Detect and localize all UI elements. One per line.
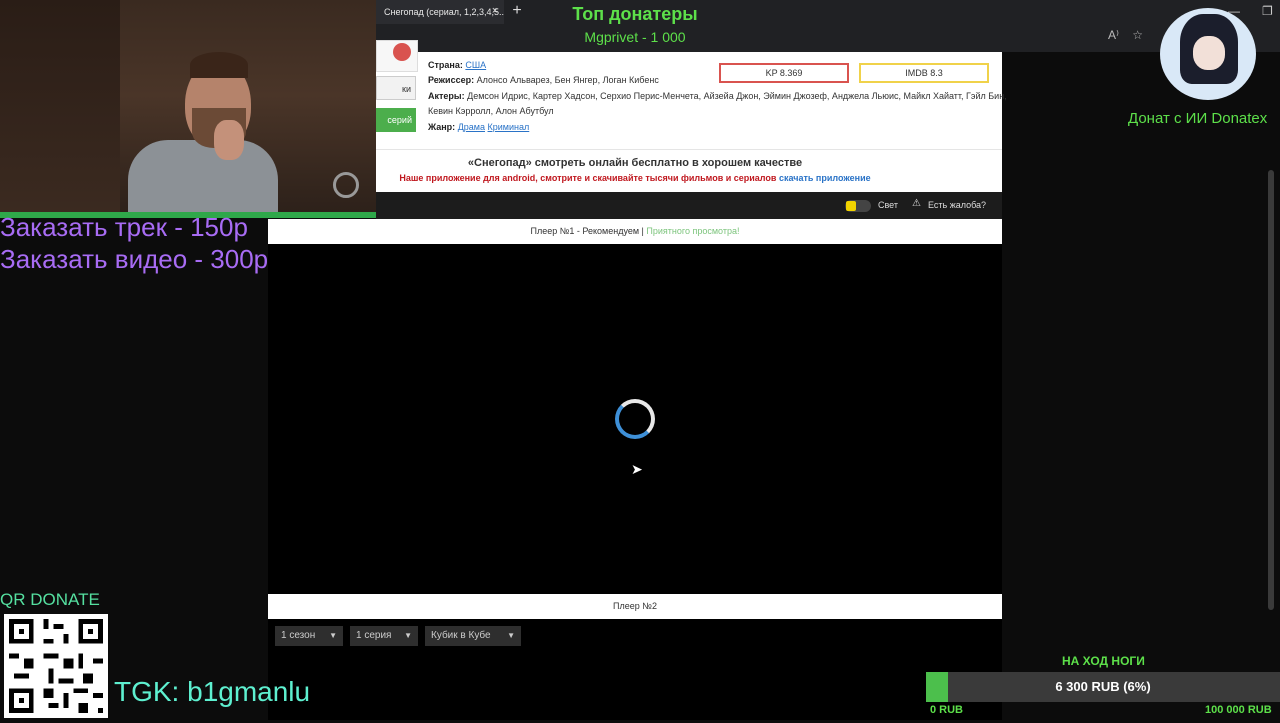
season-select[interactable]: 1 сезон ▼ <box>275 626 343 646</box>
browser-tab[interactable]: Снегопад (сериал, 1,2,3,4,5... <box>376 0 504 24</box>
episode-value: 1 серия <box>356 630 392 641</box>
actors-value: Демсон Идрис, Картер Хадсон, Серхио Пери… <box>467 91 1007 101</box>
director-label: Режиссер: <box>428 75 475 85</box>
telegram-channel-text: TGK: b1gmanlu <box>114 676 311 707</box>
country-link[interactable]: США <box>465 60 486 70</box>
tab-close-icon[interactable]: × <box>488 4 502 18</box>
voiceover-value: Кубик в Кубе <box>431 630 491 641</box>
page-scrollbar[interactable] <box>1268 170 1274 610</box>
player1-title: Плеер №1 - Рекомендуем | <box>530 226 644 236</box>
webcam-person-hand <box>214 120 244 160</box>
donation-goal-max: 100 000 RUB <box>1205 704 1272 716</box>
rating-imdb: IMDB 8.3 <box>859 63 989 83</box>
qr-donate-label: QR DONATE <box>0 590 100 609</box>
player-toolbar <box>376 192 1002 219</box>
qr-code-icon <box>4 614 108 718</box>
watch-title: «Снегопад» смотреть онлайн бесплатно в х… <box>467 157 803 169</box>
chevron-down-icon: ▼ <box>507 631 515 640</box>
app-promo: Наше приложение для android, смотрите и … <box>376 173 894 183</box>
like-icon <box>393 43 411 61</box>
rating-kp: KP 8.369 <box>719 63 849 83</box>
webcam-logo-icon <box>333 172 359 198</box>
chevron-down-icon: ▼ <box>404 631 412 640</box>
avatar-face <box>1193 36 1225 70</box>
complaint-link[interactable]: Есть жалоба? <box>928 200 986 210</box>
mouse-cursor-icon: ➤ <box>631 461 643 477</box>
trailer-button[interactable]: ки <box>376 76 416 100</box>
webcam-person-body <box>128 140 278 212</box>
donation-goal-text: 6 300 RUB (6%) <box>1055 679 1151 694</box>
country-row: Страна: США <box>428 60 486 70</box>
actors-label: Актеры: <box>428 91 465 101</box>
top-donor-entry: Mgprivet - 1 000 <box>584 29 686 45</box>
genre-label: Жанр: <box>428 122 456 132</box>
chevron-down-icon: ▼ <box>329 631 337 640</box>
restore-icon[interactable]: ❐ <box>1262 4 1273 18</box>
player2-header: Плеер №2 <box>268 594 1002 619</box>
new-tab-icon[interactable]: + <box>508 2 526 20</box>
app-promo-text: Наше приложение для android, смотрите и … <box>399 173 777 183</box>
actors-row-2: Кевин Кэрролл, Алон Абутбул <box>428 106 554 116</box>
read-aloud-icon[interactable]: A⁾ <box>1108 28 1119 42</box>
director-row: Режиссер: Алонсо Альварез, Бен Янгер, Ло… <box>428 75 659 85</box>
warning-icon[interactable]: ⚠ <box>912 198 921 209</box>
genre-row: Жанр: Драма Криминал <box>428 122 529 132</box>
donation-goal-min: 0 RUB <box>930 704 964 716</box>
voiceover-select[interactable]: Кубик в Кубе ▼ <box>425 626 521 646</box>
genre-link-drama[interactable]: Драма <box>458 122 485 132</box>
webcam-feed <box>0 0 376 212</box>
order-track-text: Заказать трек - 150р <box>0 212 248 242</box>
actors-row: Актеры: Демсон Идрис, Картер Хадсон, Сер… <box>428 91 1007 101</box>
player1-header: Плеер №1 - Рекомендуем | Приятного просм… <box>268 219 1002 244</box>
light-label: Свет <box>878 200 899 210</box>
download-app-link[interactable]: скачать приложение <box>779 173 871 183</box>
series-button[interactable]: серий <box>376 108 416 132</box>
like-button[interactable] <box>376 40 418 72</box>
player1-greeting: Приятного просмотра! <box>646 226 740 236</box>
director-value: Алонсо Альварез, Бен Янгер, Логан Кибенс <box>476 75 659 85</box>
webcam-wall <box>0 0 120 212</box>
loading-spinner-icon <box>615 399 655 439</box>
favorite-star-icon[interactable]: ☆ <box>1132 28 1143 42</box>
divider <box>376 149 1002 150</box>
donation-goal-title: НА ХОД НОГИ <box>1062 654 1145 668</box>
top-donors-title: Топ донатеры <box>572 4 698 24</box>
order-video-text: Заказать видео - 300р <box>0 244 269 274</box>
webcam-person-hair <box>190 52 248 78</box>
addressbar-actions: A⁾ ☆ <box>1108 28 1153 42</box>
season-value: 1 сезон <box>281 630 316 641</box>
genre-link-crime[interactable]: Криминал <box>488 122 530 132</box>
ai-donate-text: Донат с ИИ Donatex <box>1128 110 1268 127</box>
episode-select[interactable]: 1 серия ▼ <box>350 626 418 646</box>
light-toggle-knob <box>846 201 856 211</box>
country-label: Страна: <box>428 60 463 70</box>
